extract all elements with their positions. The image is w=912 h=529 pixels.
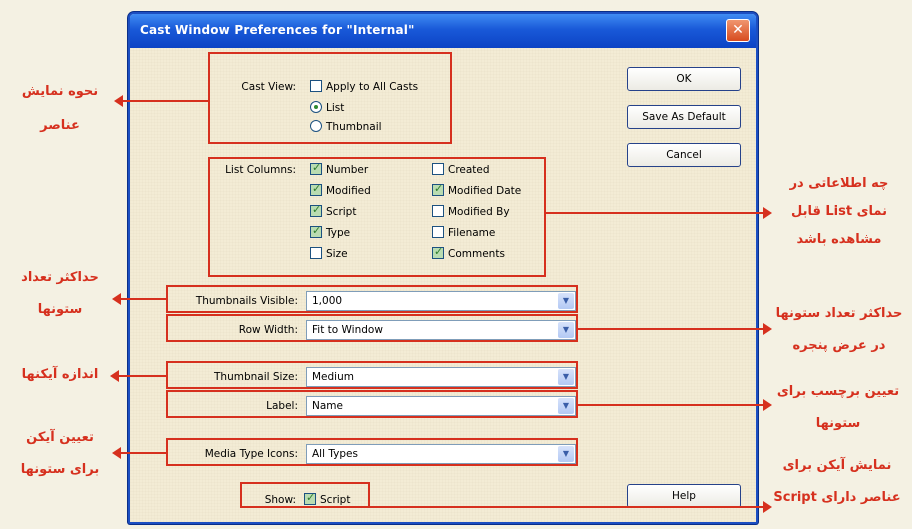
list-columns-highlight	[208, 157, 546, 277]
annotation-label-line2: ستونها	[815, 416, 861, 431]
annotation-show-line1: نمایش آیکن برای	[782, 458, 892, 473]
annotation-thumbnail-size: اندازه آیکنها	[21, 367, 99, 382]
annotation-media-line2: برای ستونها	[20, 462, 100, 477]
annotation-row-width-line2: در عرض پنجره	[792, 338, 886, 353]
save-as-default-button[interactable]: Save As Default	[627, 105, 741, 129]
help-button[interactable]: Help	[627, 484, 741, 508]
thumbnails-visible-arrow	[112, 293, 166, 305]
show-script-highlight	[240, 482, 370, 508]
media-type-icons-arrow	[112, 447, 166, 459]
annotation-cast-view-line1: نحوه نمایش	[21, 84, 99, 99]
label-highlight	[166, 390, 578, 418]
cancel-button[interactable]: Cancel	[627, 143, 741, 167]
media-type-icons-highlight	[166, 438, 578, 466]
annotation-list-line2: نمای List قابل	[790, 204, 888, 219]
title-bar[interactable]: Cast Window Preferences for "Internal" ✕	[130, 14, 756, 48]
annotation-show-line2: عناصر دارای Script	[773, 490, 901, 505]
row-width-highlight	[166, 314, 578, 342]
annotation-cast-view-line2: عناصر	[40, 118, 80, 133]
cast-view-arrow	[114, 95, 208, 107]
dialog-title: Cast Window Preferences for "Internal"	[140, 23, 415, 37]
thumbnail-size-arrow	[110, 370, 166, 382]
annotation-label-line1: تعیین برچسب برای	[776, 384, 900, 399]
annotation-list-line3: مشاهده باشد	[796, 232, 882, 247]
show-script-arrow	[370, 501, 772, 513]
list-columns-arrow	[546, 207, 772, 219]
thumbnails-visible-highlight	[166, 285, 578, 313]
row-width-arrow	[578, 323, 772, 335]
close-button[interactable]: ✕	[726, 19, 750, 42]
cast-view-highlight	[208, 52, 452, 144]
annotation-list-line1: چه اطلاعاتی در	[789, 176, 889, 191]
annotation-thumbnails-line2: ستونها	[37, 302, 83, 317]
annotation-media-line1: تعیین آیکن	[26, 430, 94, 445]
thumbnail-size-highlight	[166, 361, 578, 389]
annotation-row-width-line1: حداکثر تعداد ستونها	[775, 306, 903, 321]
ok-button[interactable]: OK	[627, 67, 741, 91]
label-arrow	[578, 399, 772, 411]
annotation-thumbnails-line1: حداکثر تعداد	[21, 270, 99, 285]
